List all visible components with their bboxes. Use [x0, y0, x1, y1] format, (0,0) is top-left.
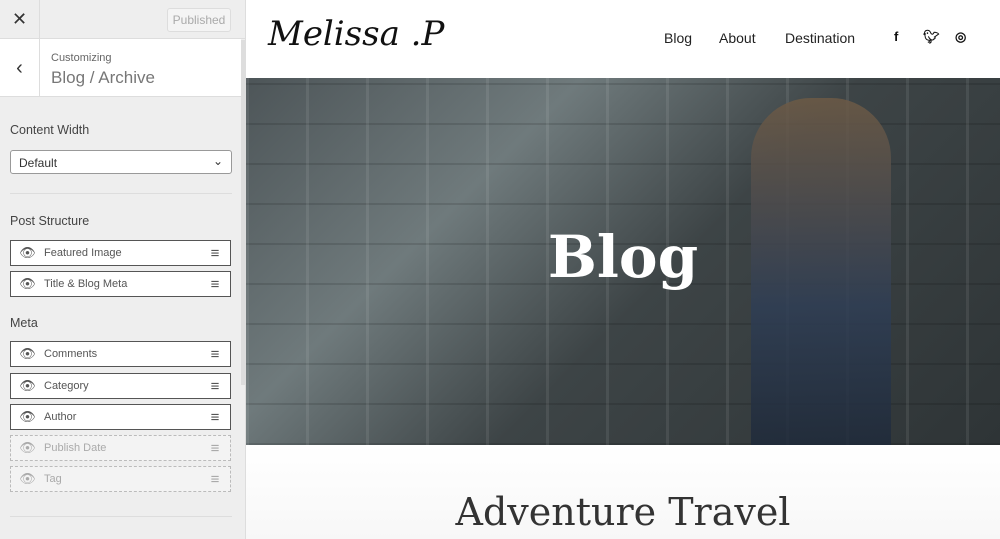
site-preview: Melissa .P Blog About Destination f 🐦︎ ◎…	[246, 0, 1000, 539]
drag-handle-icon[interactable]: ≡	[200, 471, 230, 488]
instagram-icon[interactable]: ◎	[955, 29, 966, 45]
nav-blog[interactable]: Blog	[664, 30, 692, 46]
drag-handle-icon[interactable]: ≡	[200, 409, 230, 426]
post-structure-item[interactable]: 👁 Featured Image ≡	[10, 240, 231, 266]
item-label: Category	[44, 380, 89, 392]
drag-handle-icon[interactable]: ≡	[200, 276, 230, 293]
divider	[10, 516, 232, 517]
post-structure-label: Post Structure	[10, 214, 90, 228]
eye-icon[interactable]: 👁	[11, 346, 44, 362]
eye-icon[interactable]: 👁	[11, 378, 44, 394]
customizer-topbar: ✕ Published	[0, 0, 245, 39]
hero-banner: Blog	[246, 78, 1000, 445]
close-icon[interactable]: ✕	[0, 0, 40, 39]
drag-handle-icon[interactable]: ≡	[200, 440, 230, 457]
drag-handle-icon[interactable]: ≡	[200, 378, 230, 395]
content-width-select[interactable]: Default ⌄	[10, 150, 232, 174]
eye-icon[interactable]: 👁	[11, 245, 44, 261]
drag-handle-icon[interactable]: ≡	[200, 245, 230, 262]
twitter-icon[interactable]: 🐦︎	[923, 29, 940, 45]
item-label: Author	[44, 411, 77, 423]
post-title[interactable]: Adventure Travel	[246, 490, 1000, 534]
nav-destination[interactable]: Destination	[785, 30, 855, 46]
sidebar-scrollbar[interactable]	[241, 40, 245, 385]
eye-icon[interactable]: 👁	[11, 409, 44, 425]
divider	[10, 193, 232, 194]
drag-handle-icon[interactable]: ≡	[200, 346, 230, 363]
chevron-down-icon: ⌄	[212, 154, 223, 168]
eye-icon[interactable]: 👁	[11, 471, 44, 487]
site-logo[interactable]: Melissa .P	[268, 14, 444, 54]
select-value: Default	[19, 156, 58, 170]
meta-item[interactable]: 👁 Comments ≡	[10, 341, 231, 367]
meta-item-hidden[interactable]: 👁 Tag ≡	[10, 466, 231, 492]
published-button[interactable]: Published	[167, 8, 231, 32]
item-label: Comments	[44, 348, 98, 360]
nav-about[interactable]: About	[719, 30, 756, 46]
back-arrow-icon[interactable]: ‹	[0, 39, 40, 97]
item-label: Publish Date	[44, 442, 107, 454]
customizer-sidebar: ✕ Published ‹ Customizing Blog / Archive…	[0, 0, 246, 539]
meta-item-hidden[interactable]: 👁 Publish Date ≡	[10, 435, 231, 461]
item-label: Title & Blog Meta	[44, 278, 128, 290]
meta-label: Meta	[10, 316, 38, 330]
facebook-icon[interactable]: f	[894, 29, 898, 44]
eye-icon[interactable]: 👁	[11, 440, 44, 456]
section-title: Blog / Archive	[51, 68, 155, 87]
post-section: Adventure Travel	[246, 445, 1000, 539]
meta-item[interactable]: 👁 Author ≡	[10, 404, 231, 430]
eye-icon[interactable]: 👁	[11, 276, 44, 292]
item-label: Featured Image	[44, 247, 122, 259]
meta-item[interactable]: 👁 Category ≡	[10, 373, 231, 399]
post-structure-item[interactable]: 👁 Title & Blog Meta ≡	[10, 271, 231, 297]
customizing-label: Customizing	[51, 52, 112, 64]
content-width-label: Content Width	[10, 123, 90, 137]
item-label: Tag	[44, 473, 62, 485]
section-header: ‹ Customizing Blog / Archive	[0, 39, 241, 97]
hero-title: Blog	[547, 223, 699, 291]
